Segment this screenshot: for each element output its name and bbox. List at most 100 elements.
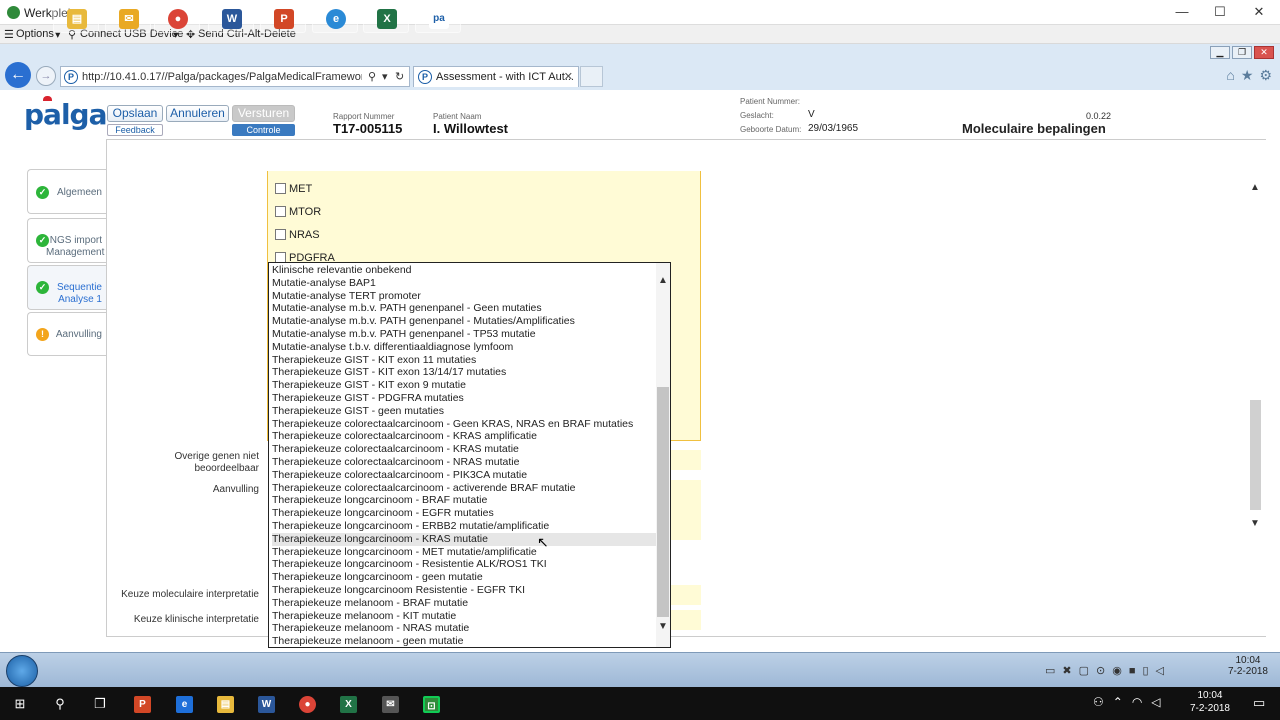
minimize-button[interactable]: — [1172,4,1192,20]
dropdown-option[interactable]: Therapiekeuze melanoom - geen mutatie [272,635,657,647]
werkplek-icon[interactable]: ⊡ [423,696,440,713]
keuze-klinische-field[interactable] [671,610,701,630]
scroll-down-icon[interactable]: ▼ [1250,518,1260,529]
check-icon: ✓ [36,186,49,199]
excel-icon[interactable]: X [340,696,357,713]
options-menu[interactable]: Options [16,28,54,40]
hamburger-icon[interactable]: ☰ [4,28,14,41]
dropdown-option[interactable]: Therapiekeuze longcarcinoom - EGFR mutat… [272,507,657,520]
dropdown-option[interactable]: Therapiekeuze longcarcinoom - geen mutat… [272,571,657,584]
edge-icon[interactable]: e [176,696,193,713]
favorites-star-icon[interactable]: ★ [1241,67,1254,83]
maximize-button[interactable]: ☐ [1210,4,1230,20]
dropdown-option[interactable]: Therapiekeuze longcarcinoom - KRAS mutat… [272,532,657,546]
ie-close-button[interactable]: ✕ [1254,46,1274,59]
browser-tab[interactable]: P Assessment - with ICT Aut... ✕ [413,66,579,87]
dob-label: Geboorte Datum: [740,125,802,134]
controle-button[interactable]: Controle [232,124,295,136]
dropdown-option[interactable]: Mutatie-analyse TERT promoter [272,290,657,303]
word-taskbar-button[interactable]: W [208,3,254,33]
task-view-icon[interactable]: ❐ [90,694,110,714]
dropdown-scroll-thumb[interactable] [657,387,669,617]
dropdown-option[interactable]: Therapiekeuze longcarcinoom - Resistenti… [272,558,657,571]
dropdown-option[interactable]: Therapiekeuze melanoom - KIT mutatie [272,610,657,623]
dropdown-option[interactable]: Therapiekeuze longcarcinoom - BRAF mutat… [272,494,657,507]
dropdown-option[interactable]: Therapiekeuze colorectaalcarcinoom - PIK… [272,469,657,482]
chevron-down-icon[interactable]: ▼ [658,621,668,632]
feedback-button[interactable]: Feedback [107,124,163,136]
new-tab-button[interactable] [580,66,603,87]
file-explorer-icon[interactable]: ▤ [217,696,234,713]
powerpoint-taskbar-button[interactable]: P [260,3,306,33]
dropdown-option[interactable]: Mutatie-analyse BAP1 [272,277,657,290]
page-scrollbar[interactable]: ▲ ▼ [1247,90,1263,530]
dropdown-option[interactable]: Therapiekeuze longcarcinoom - ERBB2 muta… [272,520,657,533]
dropdown-option[interactable]: Therapiekeuze melanoom - BRAF mutatie [272,597,657,610]
powerpoint-icon[interactable]: P [134,696,151,713]
send-button[interactable]: Versturen [232,105,295,122]
dropdown-option[interactable]: Therapiekeuze colorectaalcarcinoom - KRA… [272,443,657,456]
chrome-icon[interactable]: ● [299,696,316,713]
windows7-start-button[interactable] [6,655,38,687]
search-icon[interactable]: ⚲ [368,70,376,83]
cancel-button[interactable]: Annuleren [166,105,229,122]
palga-taskbar-button[interactable]: pa [415,3,461,33]
settings-gear-icon[interactable]: ⚙ [1259,67,1272,83]
keuze-moleculaire-field[interactable] [671,585,701,605]
overige-field[interactable] [671,450,701,470]
mail-icon[interactable]: ✉ [382,696,399,713]
home-icon[interactable]: ⌂ [1226,67,1234,83]
refresh-icon[interactable]: ↻ [395,70,404,83]
chrome-taskbar-button[interactable]: ● [154,3,200,33]
ie-minimize-button[interactable]: ▁ [1210,46,1230,59]
dropdown-option[interactable]: Therapiekeuze colorectaalcarcinoom - KRA… [272,430,657,443]
notifications-icon[interactable]: ▭ [1253,695,1265,711]
excel-taskbar-button[interactable]: X [363,3,409,33]
werkplek-logo-icon [7,6,20,19]
outlook-taskbar-button[interactable]: ✉ [105,3,151,33]
rapport-number-label: Rapport Nummer [333,112,395,121]
ie-restore-button[interactable]: ❐ [1232,46,1252,59]
word-icon[interactable]: W [258,696,275,713]
aanvulling-field[interactable] [671,480,701,540]
url-text[interactable]: http://10.41.0.17//Palga/packages/PalgaM… [82,71,362,83]
dropdown-option[interactable]: Mutatie-analyse m.b.v. PATH genenpanel -… [272,302,657,315]
dropdown-option[interactable]: Klinische relevantie onbekend [272,264,657,277]
dropdown-option[interactable]: Mutatie-analyse m.b.v. PATH genenpanel -… [272,315,657,328]
dropdown-option[interactable]: Therapiekeuze GIST - KIT exon 9 mutatie [272,379,657,392]
dropdown-option[interactable]: Therapiekeuze longcarcinoom - MET mutati… [272,546,657,559]
search-icon[interactable]: ⚲ [50,694,70,714]
dropdown-option[interactable]: Mutatie-analyse t.b.v. differentiaaldiag… [272,341,657,354]
save-button[interactable]: Opslaan [107,105,163,122]
aanvulling-label: Aanvulling [212,484,259,495]
forward-arrow-icon[interactable]: → [36,66,56,86]
nav-item-sequentie[interactable]: ✓ Sequentie Analyse 1 [27,265,106,310]
dropdown-option[interactable]: Mutatie-analyse m.b.v. PATH genenpanel -… [272,328,657,341]
dropdown-option[interactable]: Therapiekeuze colorectaalcarcinoom - act… [272,482,657,495]
nav-item-ngs-import[interactable]: ✓ NGS import Management [27,218,106,263]
close-button[interactable]: ✕ [1249,4,1269,20]
back-arrow-icon[interactable]: ← [5,62,31,88]
scroll-up-icon[interactable]: ▲ [1250,182,1260,193]
chevron-down-icon[interactable]: ▾ [382,70,388,83]
address-bar[interactable]: P http://10.41.0.17//Palga/packages/Palg… [60,66,410,87]
dropdown-option[interactable]: Therapiekeuze melanoom - NRAS mutatie [272,622,657,635]
nav-item-aanvulling[interactable]: ! Aanvulling [27,312,106,356]
dropdown-option[interactable]: Therapiekeuze GIST - PDGFRA mutaties [272,392,657,405]
close-tab-icon[interactable]: ✕ [564,70,573,83]
dropdown-scrollbar[interactable]: ▲ ▼ [656,263,670,647]
scroll-thumb[interactable] [1250,400,1261,510]
dropdown-option[interactable]: Therapiekeuze GIST - KIT exon 13/14/17 m… [272,366,657,379]
nav-item-algemeen[interactable]: ✓ Algemeen [27,169,106,214]
explorer-taskbar-button[interactable]: ▤ [53,3,99,33]
dropdown-option[interactable]: Therapiekeuze longcarcinoom Resistentie … [272,584,657,597]
dropdown-option[interactable]: Therapiekeuze GIST - geen mutaties [272,405,657,418]
chevron-up-icon[interactable]: ▲ [658,275,668,286]
dropdown-option[interactable]: Therapiekeuze colorectaalcarcinoom - NRA… [272,456,657,469]
ie-taskbar-button[interactable]: e [312,3,358,33]
form-title: Moleculaire bepalingen [962,121,1106,136]
dropdown-option[interactable]: Therapiekeuze colorectaalcarcinoom - Gee… [272,418,657,431]
windows-start-icon[interactable]: ⊞ [10,694,30,714]
interpretation-dropdown-list[interactable]: Klinische relevantie onbekend Mutatie-ana… [268,262,671,648]
dropdown-option[interactable]: Therapiekeuze GIST - KIT exon 11 mutatie… [272,354,657,367]
